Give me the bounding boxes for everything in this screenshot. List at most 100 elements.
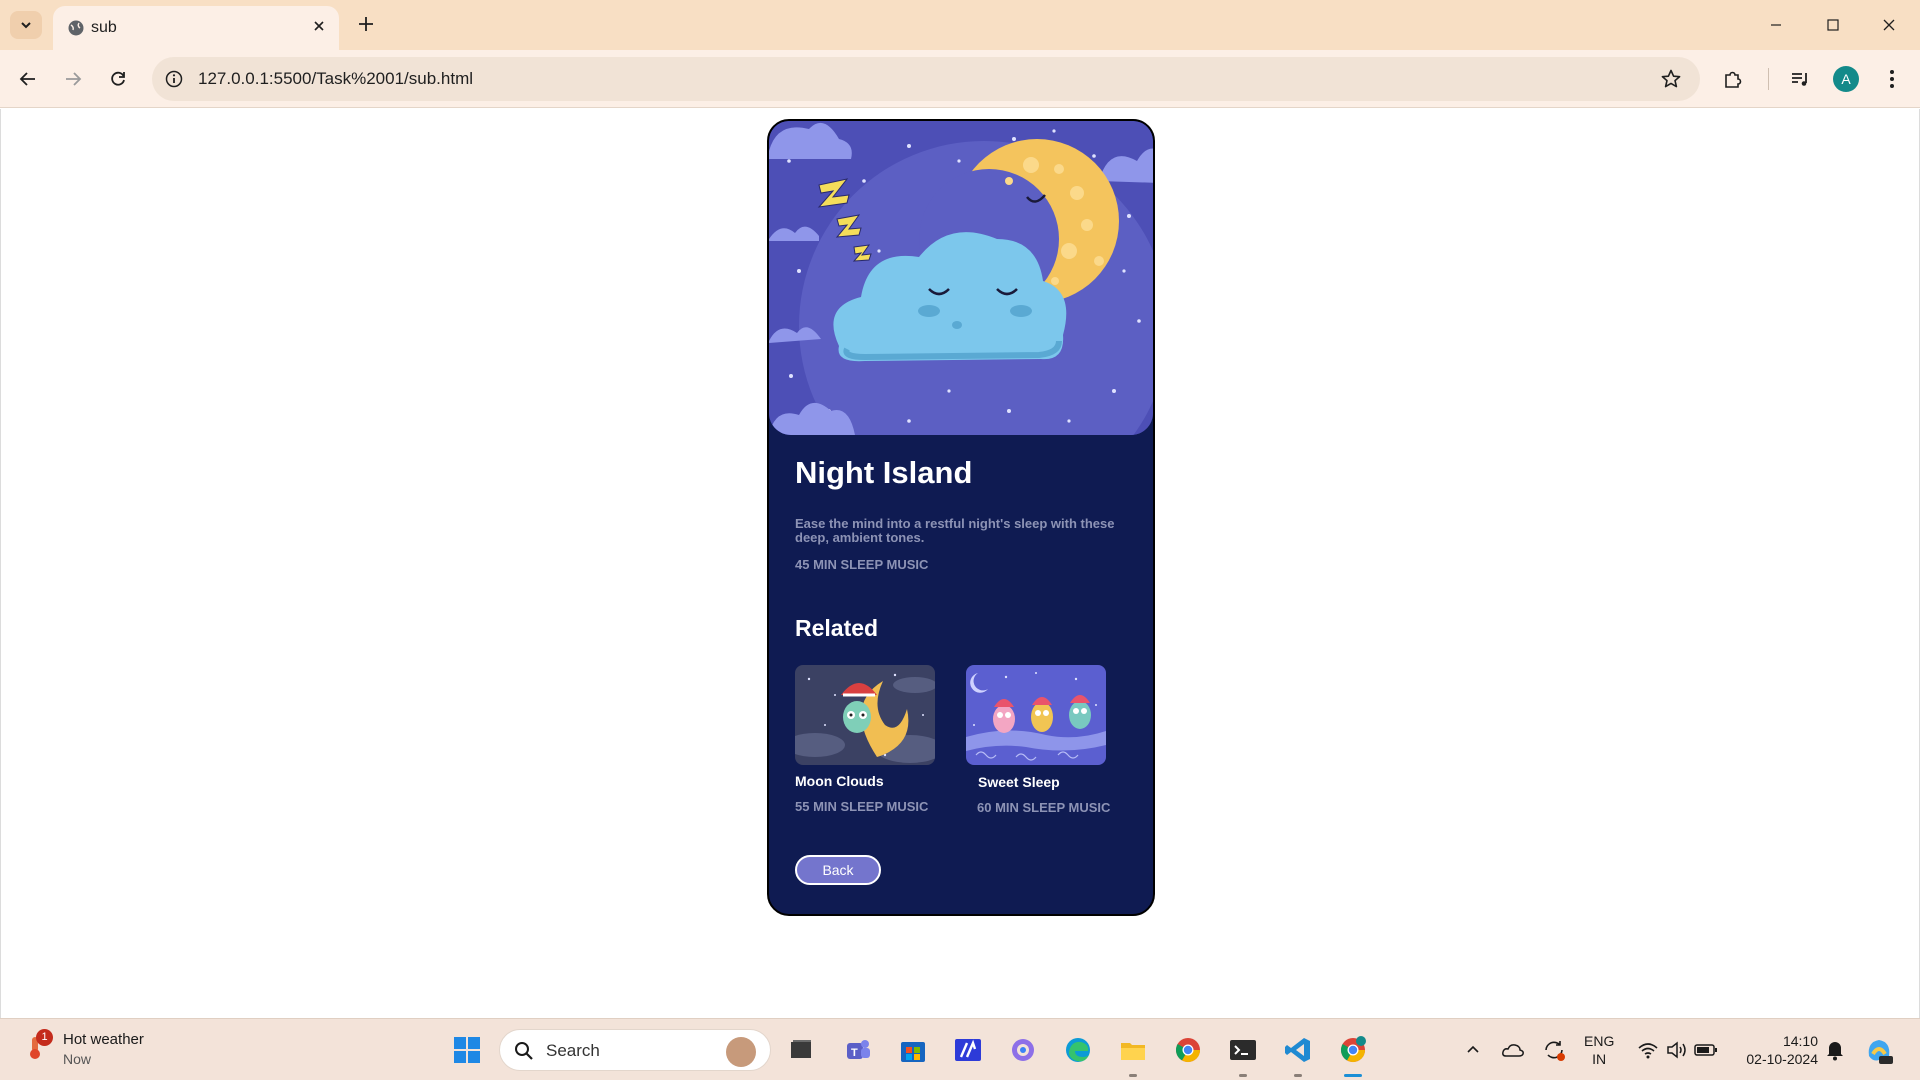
hero-illustration bbox=[769, 121, 1153, 435]
notification-badge: 1 bbox=[36, 1029, 53, 1046]
track-title: Night Island bbox=[795, 455, 973, 490]
plus-icon[interactable] bbox=[354, 12, 378, 36]
taskbar-file-explorer[interactable] bbox=[1116, 1033, 1150, 1067]
battery-tray[interactable] bbox=[1689, 1033, 1723, 1067]
media-control-button[interactable] bbox=[1785, 64, 1815, 94]
window-close-button[interactable] bbox=[1874, 12, 1904, 38]
wifi-icon bbox=[1638, 1043, 1658, 1059]
math-app-icon bbox=[955, 1039, 981, 1061]
related-thumbnail-moon-clouds[interactable] bbox=[795, 665, 935, 765]
minimize-button[interactable] bbox=[1761, 12, 1791, 38]
running-indicator bbox=[1239, 1074, 1247, 1077]
search-highlight-image bbox=[726, 1037, 756, 1067]
star-icon[interactable] bbox=[1660, 68, 1682, 90]
back-arrow-icon bbox=[19, 72, 35, 86]
windows-start-icon bbox=[454, 1037, 480, 1063]
taskbar-math-app[interactable] bbox=[951, 1033, 985, 1067]
edge-icon bbox=[1066, 1038, 1090, 1062]
related-thumbnail-sweet-sleep[interactable] bbox=[966, 665, 1106, 765]
extensions-button[interactable] bbox=[1718, 64, 1748, 94]
address-bar[interactable]: 127.0.0.1:5500/Task%2001/sub.html bbox=[152, 57, 1700, 101]
related-duration-sweet-sleep: 60 MIN SLEEP MUSIC bbox=[977, 800, 1111, 815]
tab-title: sub bbox=[91, 19, 117, 36]
start-button[interactable] bbox=[450, 1033, 484, 1067]
clock-date: 02-10-2024 bbox=[1746, 1051, 1818, 1067]
related-duration-moon-clouds: 55 MIN SLEEP MUSIC bbox=[795, 799, 929, 814]
weather-subtitle: Now bbox=[63, 1051, 92, 1067]
store-icon bbox=[901, 1042, 925, 1062]
taskbar-edge[interactable] bbox=[1061, 1033, 1095, 1067]
weather-title: Hot weather bbox=[63, 1031, 144, 1048]
track-duration: 45 MIN SLEEP MUSIC bbox=[795, 557, 929, 572]
maximize-button[interactable] bbox=[1818, 12, 1848, 38]
browser-tab[interactable]: sub bbox=[53, 6, 339, 50]
owl-on-moon-image bbox=[795, 665, 935, 765]
related-title-moon-clouds[interactable]: Moon Clouds bbox=[795, 773, 884, 789]
folder-icon bbox=[1121, 1043, 1145, 1060]
notifications-button[interactable] bbox=[1818, 1033, 1852, 1067]
search-placeholder: Search bbox=[546, 1041, 600, 1060]
running-indicator bbox=[1294, 1074, 1302, 1077]
taskbar-teams[interactable]: T bbox=[841, 1033, 875, 1067]
taskbar-search[interactable]: Search bbox=[499, 1029, 771, 1071]
browser-toolbar: 127.0.0.1:5500/Task%2001/sub.html bbox=[0, 50, 1920, 108]
back-nav-button[interactable] bbox=[13, 64, 43, 94]
forward-arrow-icon bbox=[66, 72, 82, 86]
sleeping-cloud-moon-illustration bbox=[769, 121, 1153, 435]
browser-titlebar: sub bbox=[0, 0, 1920, 50]
track-description: Ease the mind into a restful night's sle… bbox=[795, 516, 1115, 545]
taskbar-store[interactable] bbox=[896, 1033, 930, 1067]
taskbar-vscode[interactable] bbox=[1281, 1033, 1315, 1067]
bell-icon bbox=[1827, 1042, 1843, 1061]
taskbar-copilot[interactable] bbox=[1006, 1033, 1040, 1067]
url-text: 127.0.0.1:5500/Task%2001/sub.html bbox=[198, 69, 474, 88]
taskbar-chrome-profile[interactable] bbox=[1336, 1033, 1370, 1067]
chevron-up-icon bbox=[1467, 1045, 1479, 1053]
copilot-icon bbox=[1012, 1039, 1034, 1061]
language-indicator[interactable]: ENG IN bbox=[1584, 1032, 1614, 1068]
volume-icon bbox=[1667, 1041, 1686, 1059]
tray-overflow-button[interactable] bbox=[1456, 1033, 1490, 1067]
search-icon bbox=[515, 1042, 533, 1060]
onedrive-tray[interactable] bbox=[1496, 1033, 1530, 1067]
sync-tray[interactable] bbox=[1537, 1033, 1571, 1067]
extensions-icon bbox=[1725, 71, 1742, 88]
task-view-icon bbox=[791, 1040, 811, 1058]
info-icon[interactable] bbox=[164, 69, 184, 89]
chrome-profile-icon bbox=[1340, 1036, 1366, 1063]
copilot-preview-button[interactable] bbox=[1862, 1033, 1896, 1067]
taskbar-terminal[interactable] bbox=[1226, 1033, 1260, 1067]
system-clock[interactable]: 14:10 02-10-2024 bbox=[1738, 1032, 1818, 1068]
taskbar-chrome[interactable] bbox=[1171, 1033, 1205, 1067]
tab-search-button[interactable] bbox=[10, 11, 42, 39]
terminal-icon bbox=[1230, 1040, 1256, 1060]
player-card: Night Island Ease the mind into a restfu… bbox=[767, 119, 1155, 916]
more-menu-button[interactable] bbox=[1877, 64, 1907, 94]
vscode-icon bbox=[1285, 1038, 1310, 1062]
sync-icon bbox=[1545, 1041, 1565, 1061]
region-code: IN bbox=[1592, 1051, 1607, 1067]
battery-icon bbox=[1694, 1044, 1717, 1056]
forward-nav-button[interactable] bbox=[58, 64, 88, 94]
clock-time: 14:10 bbox=[1782, 1033, 1818, 1049]
running-indicator bbox=[1129, 1074, 1137, 1077]
back-button[interactable]: Back bbox=[795, 855, 881, 885]
reload-button[interactable] bbox=[103, 64, 133, 94]
profile-avatar[interactable]: A bbox=[1833, 66, 1859, 92]
cloud-icon bbox=[1502, 1044, 1524, 1057]
three-owls-branch-image bbox=[966, 665, 1106, 765]
reload-icon bbox=[111, 71, 125, 86]
minimize-icon bbox=[1771, 24, 1781, 26]
chrome-icon bbox=[1175, 1038, 1200, 1063]
taskbar-task-view[interactable] bbox=[784, 1033, 818, 1067]
maximize-icon bbox=[1827, 19, 1839, 31]
chevron-down-icon bbox=[21, 22, 31, 29]
globe-icon bbox=[68, 20, 84, 36]
related-title-sweet-sleep[interactable]: Sweet Sleep bbox=[978, 774, 1060, 790]
media-icon bbox=[1792, 73, 1807, 86]
windows-taskbar: 1 Hot weather Now Search T ENG IN 14:10 … bbox=[0, 1018, 1920, 1080]
page-viewport: Night Island Ease the mind into a restfu… bbox=[0, 109, 1920, 1018]
active-indicator bbox=[1344, 1074, 1362, 1077]
related-heading: Related bbox=[795, 615, 879, 641]
close-icon[interactable] bbox=[311, 18, 327, 34]
